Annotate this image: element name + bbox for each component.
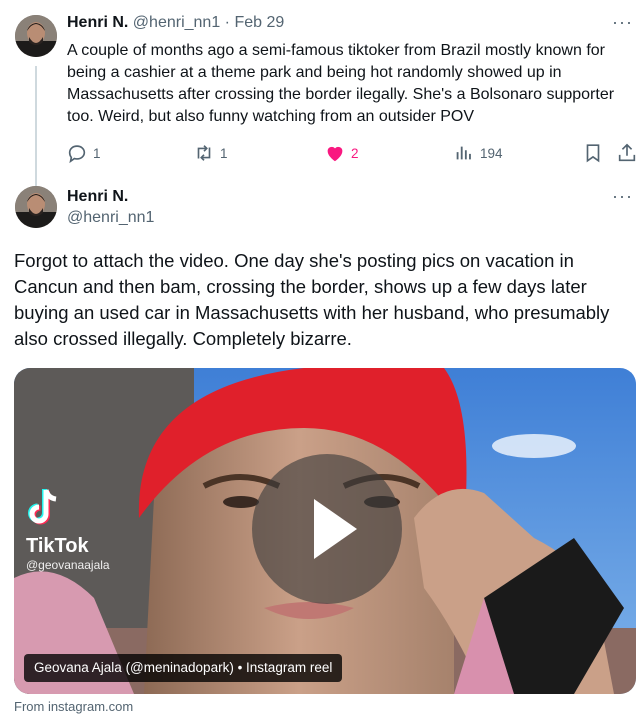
views-icon xyxy=(456,146,471,160)
avatar[interactable] xyxy=(15,15,57,57)
heart-icon xyxy=(327,146,343,162)
tweet-text: Forgot to attach the video. One day she'… xyxy=(14,250,610,349)
media-caption: Geovana Ajala (@meninadopark) • Instagra… xyxy=(24,654,343,682)
thread-line xyxy=(35,66,37,186)
more-options-button[interactable]: ··· xyxy=(612,186,633,207)
views-button[interactable]: 194 xyxy=(453,142,503,164)
repost-icon xyxy=(197,145,211,161)
author-handle[interactable]: @henri_nn1 xyxy=(67,209,154,227)
author-handle[interactable]: @henri_nn1 xyxy=(133,14,220,31)
share-icon xyxy=(618,143,636,162)
tweet-text: A couple of months ago a semi-famous tik… xyxy=(67,42,615,125)
dot-separator: · xyxy=(224,14,230,31)
reply-count: 1 xyxy=(93,145,101,161)
media-video[interactable]: TikTok @geovanaajala Geovana Ajala (@men… xyxy=(14,368,636,694)
tweet-header: Henri N. @henri_nn1 · Feb 29 xyxy=(67,14,284,32)
tweet-date[interactable]: Feb 29 xyxy=(234,14,284,31)
author-name[interactable]: Henri N. xyxy=(67,14,128,31)
views-count: 194 xyxy=(480,145,503,161)
play-button[interactable] xyxy=(252,454,402,604)
repost-button[interactable]: 1 xyxy=(193,142,228,164)
share-button[interactable] xyxy=(616,142,638,164)
like-button[interactable]: 2 xyxy=(324,142,359,164)
author-name[interactable]: Henri N. xyxy=(67,188,154,206)
like-count: 2 xyxy=(351,145,359,161)
play-icon xyxy=(314,499,357,559)
more-options-button[interactable]: ··· xyxy=(612,12,633,33)
link-source[interactable]: From instagram.com xyxy=(14,699,133,714)
repost-count: 1 xyxy=(220,145,228,161)
bookmark-icon xyxy=(586,144,600,163)
bookmark-button[interactable] xyxy=(582,142,604,164)
tweet-header: Henri N. @henri_nn1 xyxy=(67,188,154,227)
tiktok-logo-icon xyxy=(28,489,57,525)
avatar[interactable] xyxy=(15,186,57,228)
tiktok-handle: @geovanaajala xyxy=(26,558,110,572)
reply-button[interactable]: 1 xyxy=(66,142,101,164)
tiktok-brand-text: TikTok xyxy=(26,535,89,557)
reply-icon xyxy=(68,145,86,164)
tiktok-watermark: TikTok @geovanaajala xyxy=(26,488,110,572)
